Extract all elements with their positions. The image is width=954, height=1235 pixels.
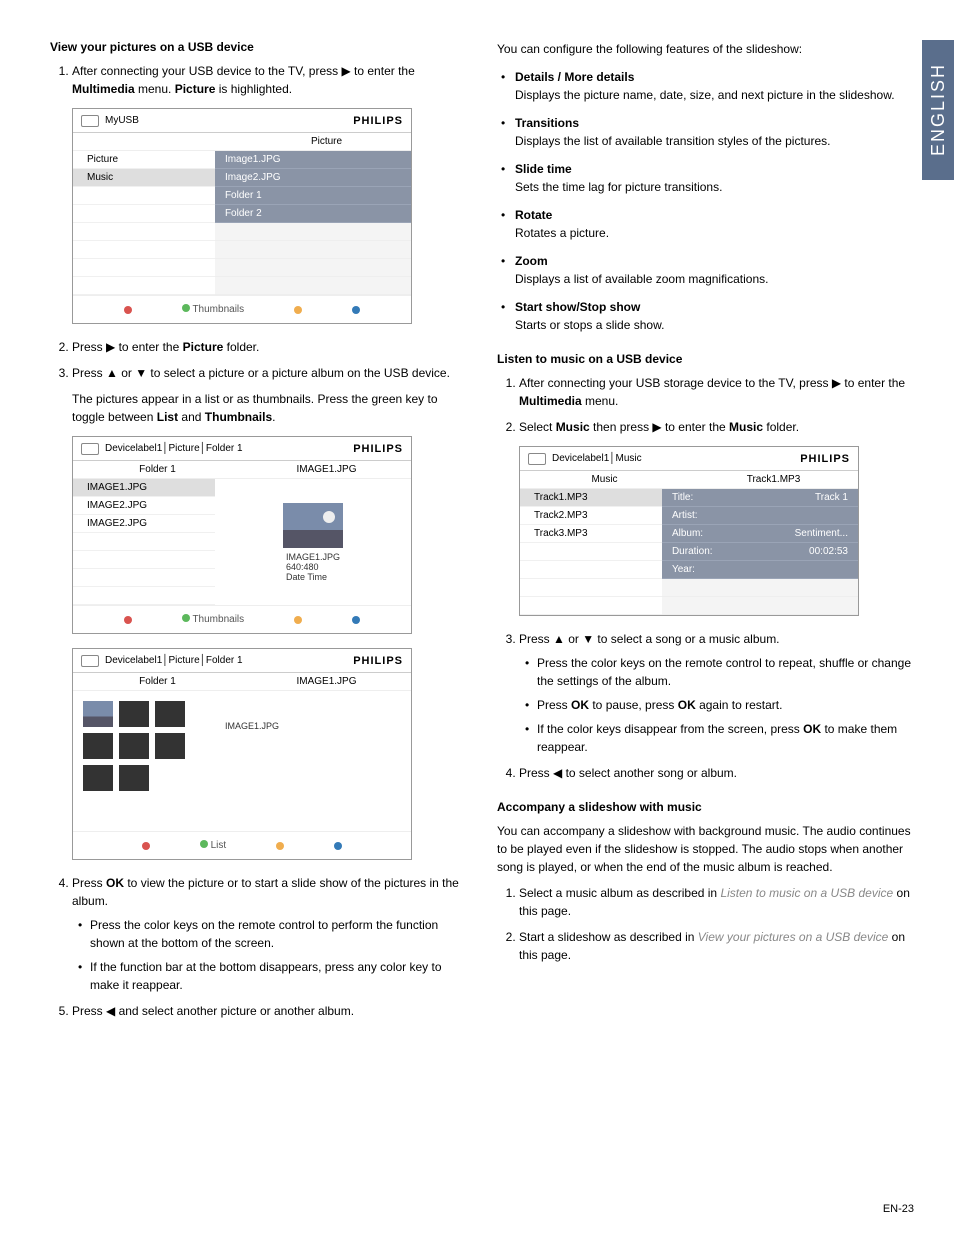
green-key-icon — [182, 614, 190, 622]
sub-step: If the color keys disappear from the scr… — [537, 720, 914, 756]
music-step-3: Press ▲ or ▼ to select a song or a music… — [519, 630, 914, 756]
thumbnail — [119, 765, 149, 791]
yellow-key-icon — [294, 306, 302, 314]
list-item: IMAGE1.JPG — [73, 479, 215, 497]
list-item: Picture — [73, 151, 215, 169]
list-item: IMAGE2.JPG — [73, 497, 215, 515]
accompany-intro: You can accompany a slideshow with backg… — [497, 822, 914, 876]
brand-logo: PHILIPS — [800, 453, 850, 465]
sub-step: Press OK to pause, press OK again to res… — [537, 696, 914, 714]
usb-icon — [81, 443, 99, 455]
preview-image — [283, 503, 343, 548]
sub-step: Press the color keys on the remote contr… — [90, 916, 467, 952]
red-key-icon — [124, 306, 132, 314]
blue-key-icon — [334, 842, 342, 850]
footer-label: List — [211, 840, 227, 851]
meta-row: Artist: — [662, 507, 858, 525]
heading-view-pictures: View your pictures on a USB device — [50, 40, 467, 54]
thumbnail — [155, 701, 185, 727]
breadcrumb: Devicelabel1│Picture│Folder 1 — [105, 443, 353, 454]
column-header: IMAGE1.JPG — [242, 676, 411, 687]
blue-key-icon — [352, 616, 360, 624]
slideshow-intro: You can configure the following features… — [497, 40, 914, 58]
thumbnail — [155, 733, 185, 759]
feature-item: TransitionsDisplays the list of availabl… — [515, 114, 914, 150]
right-column: You can configure the following features… — [497, 40, 914, 1030]
list-item: Track3.MP3 — [520, 525, 662, 543]
meta-row: Title:Track 1 — [662, 489, 858, 507]
list-item: IMAGE2.JPG — [73, 515, 215, 533]
brand-logo: PHILIPS — [353, 443, 403, 455]
step-1: After connecting your USB device to the … — [72, 62, 467, 98]
music-step-4: Press ◀ to select another song or album. — [519, 764, 914, 782]
left-column: View your pictures on a USB device After… — [50, 40, 467, 1030]
feature-item: Slide timeSets the time lag for picture … — [515, 160, 914, 196]
usb-icon — [81, 115, 99, 127]
meta-row: Album:Sentiment... — [662, 525, 858, 543]
column-header: Folder 1 — [73, 464, 242, 475]
list-item: Folder 1 — [215, 187, 411, 205]
step-2: Press ▶ to enter the Picture folder. — [72, 338, 467, 356]
language-tab-label: ENGLISH — [928, 63, 949, 156]
step-4: Press OK to view the picture or to start… — [72, 874, 467, 994]
yellow-key-icon — [294, 616, 302, 624]
footer-label: Thumbnails — [192, 614, 244, 625]
green-key-icon — [182, 304, 190, 312]
breadcrumb: Devicelabel1│Music — [552, 453, 800, 464]
column-header: Picture — [242, 136, 411, 147]
list-item: Track2.MP3 — [520, 507, 662, 525]
red-key-icon — [142, 842, 150, 850]
heading-listen-music: Listen to music on a USB device — [497, 352, 914, 366]
feature-item: Start show/Stop showStarts or stops a sl… — [515, 298, 914, 334]
step-5: Press ◀ and select another picture or an… — [72, 1002, 467, 1020]
screenshot-picture-root: MyUSBPHILIPS Picture Picture Music Image… — [72, 108, 412, 324]
screenshot-list-view: Devicelabel1│Picture│Folder 1PHILIPS Fol… — [72, 436, 412, 634]
breadcrumb: Devicelabel1│Picture│Folder 1 — [105, 655, 353, 666]
language-tab: ENGLISH — [922, 40, 954, 180]
thumbnail — [83, 765, 113, 791]
thumbnail — [83, 701, 113, 727]
column-header: IMAGE1.JPG — [242, 464, 411, 475]
accompany-step-2: Start a slideshow as described in View y… — [519, 928, 914, 964]
blue-key-icon — [352, 306, 360, 314]
music-step-2: Select Music then press ▶ to enter the M… — [519, 418, 914, 436]
list-item: Image2.JPG — [215, 169, 411, 187]
footer-label: Thumbnails — [192, 304, 244, 315]
feature-item: RotateRotates a picture. — [515, 206, 914, 242]
thumbnail — [119, 733, 149, 759]
brand-logo: PHILIPS — [353, 655, 403, 667]
sub-step: Press the color keys on the remote contr… — [537, 654, 914, 690]
list-item: Folder 2 — [215, 205, 411, 223]
accompany-step-1: Select a music album as described in Lis… — [519, 884, 914, 920]
sub-step: If the function bar at the bottom disapp… — [90, 958, 467, 994]
brand-logo: PHILIPS — [353, 115, 403, 127]
screenshot-music: Devicelabel1│MusicPHILIPS MusicTrack1.MP… — [519, 446, 859, 616]
heading-accompany: Accompany a slideshow with music — [497, 800, 914, 814]
list-item: Track1.MP3 — [520, 489, 662, 507]
page-number: EN-23 — [883, 1203, 914, 1215]
feature-item: Details / More detailsDisplays the pictu… — [515, 68, 914, 104]
feature-item: ZoomDisplays a list of available zoom ma… — [515, 252, 914, 288]
column-header: Track1.MP3 — [689, 474, 858, 485]
meta-row: Year: — [662, 561, 858, 579]
red-key-icon — [124, 616, 132, 624]
usb-icon — [81, 655, 99, 667]
step-3: Press ▲ or ▼ to select a picture or a pi… — [72, 364, 467, 426]
list-item: Image1.JPG — [215, 151, 411, 169]
column-header: Folder 1 — [73, 676, 242, 687]
music-step-1: After connecting your USB storage device… — [519, 374, 914, 410]
column-header: Music — [520, 474, 689, 485]
breadcrumb: MyUSB — [105, 115, 353, 126]
list-item: Music — [73, 169, 215, 187]
meta-row: Duration:00:02:53 — [662, 543, 858, 561]
thumbnail — [119, 701, 149, 727]
usb-icon — [528, 453, 546, 465]
yellow-key-icon — [276, 842, 284, 850]
thumbnail — [83, 733, 113, 759]
green-key-icon — [200, 840, 208, 848]
screenshot-thumbnail-view: Devicelabel1│Picture│Folder 1PHILIPS Fol… — [72, 648, 412, 860]
